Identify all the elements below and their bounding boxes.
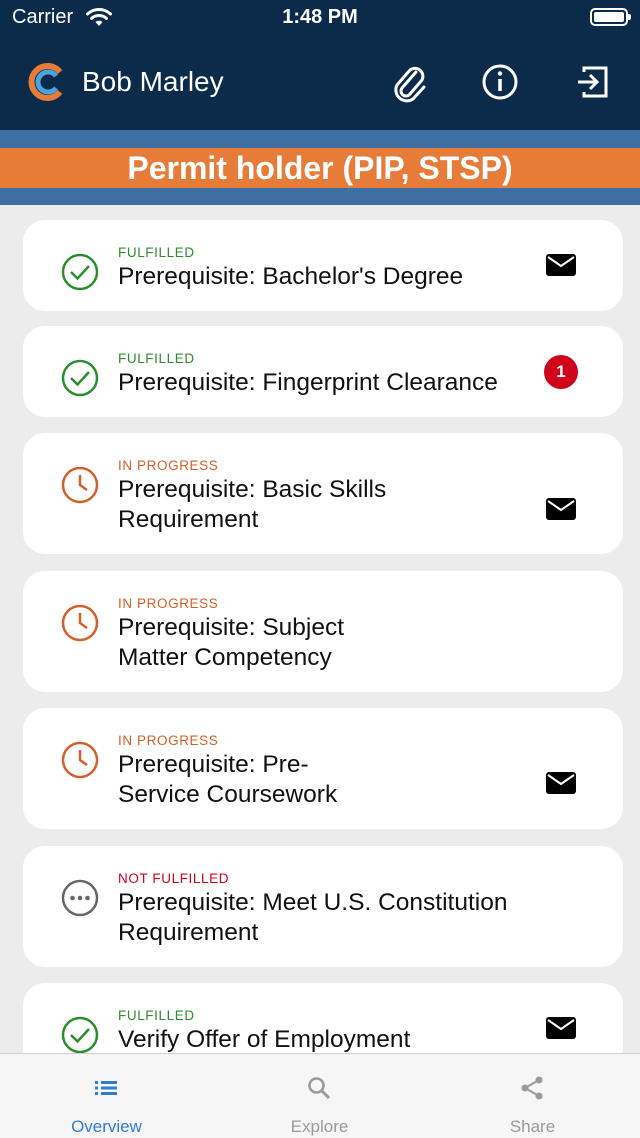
search-icon	[308, 1077, 331, 1100]
requirement-status: NOT FULFILLED	[118, 871, 230, 886]
requirement-label: Prerequisite: Bachelor's Degree	[118, 263, 464, 290]
requirement-label-line-1: Prerequisite: Subject	[118, 614, 345, 641]
tab-explore[interactable]: Explore	[213, 1054, 426, 1138]
battery-icon	[590, 8, 631, 26]
header-stripe-lower	[0, 188, 640, 205]
share-icon	[521, 1076, 543, 1100]
requirements-list[interactable]: FULFILLED Prerequisite: Bachelor's Degre…	[0, 205, 640, 1053]
clock-icon	[61, 741, 99, 779]
check-circle-icon	[61, 253, 99, 291]
list-icon	[95, 1081, 117, 1095]
requirement-status: IN PROGRESS	[118, 733, 219, 748]
tab-bar: Overview Explore Share	[0, 1053, 640, 1138]
requirement-status: FULFILLED	[118, 351, 195, 366]
tab-overview[interactable]: Overview	[0, 1054, 213, 1138]
requirement-card[interactable]: IN PROGRESS Prerequisite: Subject Matter…	[23, 571, 623, 692]
requirement-status: FULFILLED	[118, 1008, 195, 1023]
status-bar: Carrier 1:48 PM	[0, 0, 640, 36]
requirement-card[interactable]: IN PROGRESS Prerequisite: Basic Skills R…	[23, 433, 623, 554]
requirement-card[interactable]: FULFILLED Prerequisite: Fingerprint Clea…	[23, 326, 623, 417]
tab-share[interactable]: Share	[426, 1054, 639, 1138]
check-circle-icon	[61, 1016, 99, 1053]
requirement-status: IN PROGRESS	[118, 596, 219, 611]
more-circle-icon	[61, 879, 99, 917]
requirement-card[interactable]: FULFILLED Verify Offer of Employment	[23, 983, 623, 1053]
mail-icon[interactable]	[545, 1016, 577, 1040]
requirement-status: FULFILLED	[118, 245, 195, 260]
info-icon[interactable]	[478, 58, 522, 106]
user-name: Bob Marley	[82, 66, 224, 97]
nav-bar: Bob Marley	[0, 36, 640, 130]
permit-banner: Permit holder (PIP, STSP)	[0, 148, 640, 188]
clock-icon	[61, 604, 99, 642]
requirement-label-line-2: Requirement	[118, 919, 259, 946]
requirement-card[interactable]: IN PROGRESS Prerequisite: Pre- Service C…	[23, 708, 623, 829]
mail-icon[interactable]	[545, 497, 577, 521]
requirement-label-line-1: Prerequisite: Pre-	[118, 751, 309, 778]
requirement-label-line-2: Service Coursework	[118, 781, 338, 808]
clock-time: 1:48 PM	[282, 6, 358, 28]
requirement-label-line-2: Matter Competency	[118, 644, 332, 671]
mail-icon[interactable]	[545, 253, 577, 277]
requirement-status: IN PROGRESS	[118, 458, 219, 473]
requirement-label: Prerequisite: Fingerprint Clearance	[118, 369, 498, 396]
requirement-label-line-2: Requirement	[118, 506, 259, 533]
tab-label: Explore	[290, 1117, 349, 1136]
requirement-label-line-1: Prerequisite: Meet U.S. Constitution	[118, 889, 508, 916]
header-stripe	[0, 130, 640, 148]
tab-label: Overview	[71, 1117, 142, 1136]
requirement-label: Verify Offer of Employment	[118, 1026, 411, 1053]
requirement-card[interactable]: FULFILLED Prerequisite: Bachelor's Degre…	[23, 220, 623, 311]
tab-label: Share	[509, 1117, 556, 1136]
requirement-label-line-1: Prerequisite: Basic Skills	[118, 476, 387, 503]
logo-icon	[28, 63, 63, 101]
paperclip-icon[interactable]	[386, 58, 430, 106]
check-circle-icon	[61, 359, 99, 397]
mail-icon[interactable]	[545, 771, 577, 795]
logout-icon[interactable]	[570, 58, 614, 106]
clock-icon	[61, 466, 99, 504]
requirement-card[interactable]: NOT FULFILLED Prerequisite: Meet U.S. Co…	[23, 846, 623, 967]
notification-badge[interactable]: 1	[544, 355, 578, 389]
